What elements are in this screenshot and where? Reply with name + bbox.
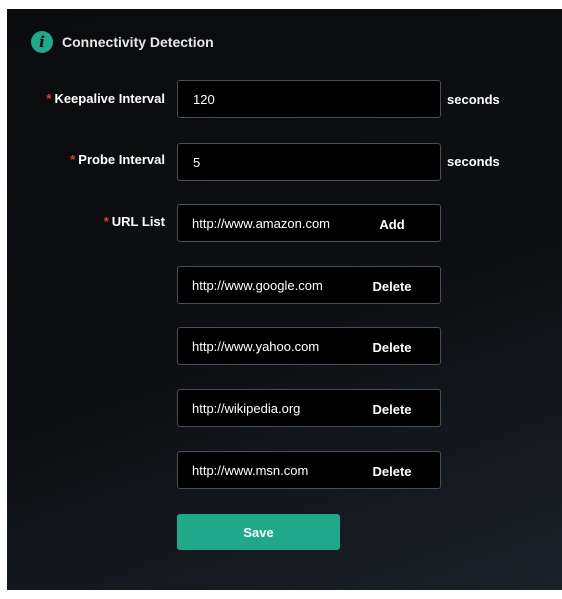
keepalive-interval-label-text: Keepalive Interval [54, 91, 165, 106]
keepalive-interval-input[interactable] [178, 81, 440, 117]
url-input[interactable] [178, 267, 358, 303]
required-marker: * [46, 91, 52, 106]
url-entry-new: Add [177, 204, 441, 242]
delete-url-button[interactable]: Delete [358, 461, 426, 479]
save-button[interactable]: Save [177, 514, 340, 550]
url-list-item: Delete [177, 266, 441, 304]
probe-interval-label-text: Probe Interval [78, 152, 165, 167]
required-marker: * [70, 152, 76, 167]
url-list-item: Delete [177, 451, 441, 489]
url-list-label: * URL List [104, 214, 165, 229]
url-input-new[interactable] [178, 205, 358, 241]
probe-interval-input[interactable] [178, 144, 440, 180]
delete-url-button[interactable]: Delete [358, 337, 426, 355]
keepalive-interval-field[interactable] [177, 80, 441, 118]
url-input[interactable] [178, 328, 358, 364]
url-list-item: Delete [177, 327, 441, 365]
info-icon: i [31, 31, 53, 53]
url-input[interactable] [178, 390, 358, 426]
probe-interval-field[interactable] [177, 143, 441, 181]
add-url-button[interactable]: Add [358, 214, 426, 232]
probe-interval-label: * Probe Interval [70, 152, 165, 167]
url-list-label-text: URL List [111, 214, 165, 229]
keepalive-interval-unit: seconds [447, 92, 500, 107]
url-input[interactable] [178, 452, 358, 488]
required-marker: * [103, 214, 109, 229]
section-header: i Connectivity Detection [31, 31, 214, 53]
probe-interval-unit: seconds [447, 154, 500, 169]
section-title: Connectivity Detection [62, 34, 214, 50]
delete-url-button[interactable]: Delete [358, 399, 426, 417]
connectivity-detection-panel: i Connectivity Detection * Keepalive Inte… [7, 9, 562, 590]
url-list-item: Delete [177, 389, 441, 427]
keepalive-interval-label: * Keepalive Interval [46, 91, 165, 106]
delete-url-button[interactable]: Delete [358, 276, 426, 294]
